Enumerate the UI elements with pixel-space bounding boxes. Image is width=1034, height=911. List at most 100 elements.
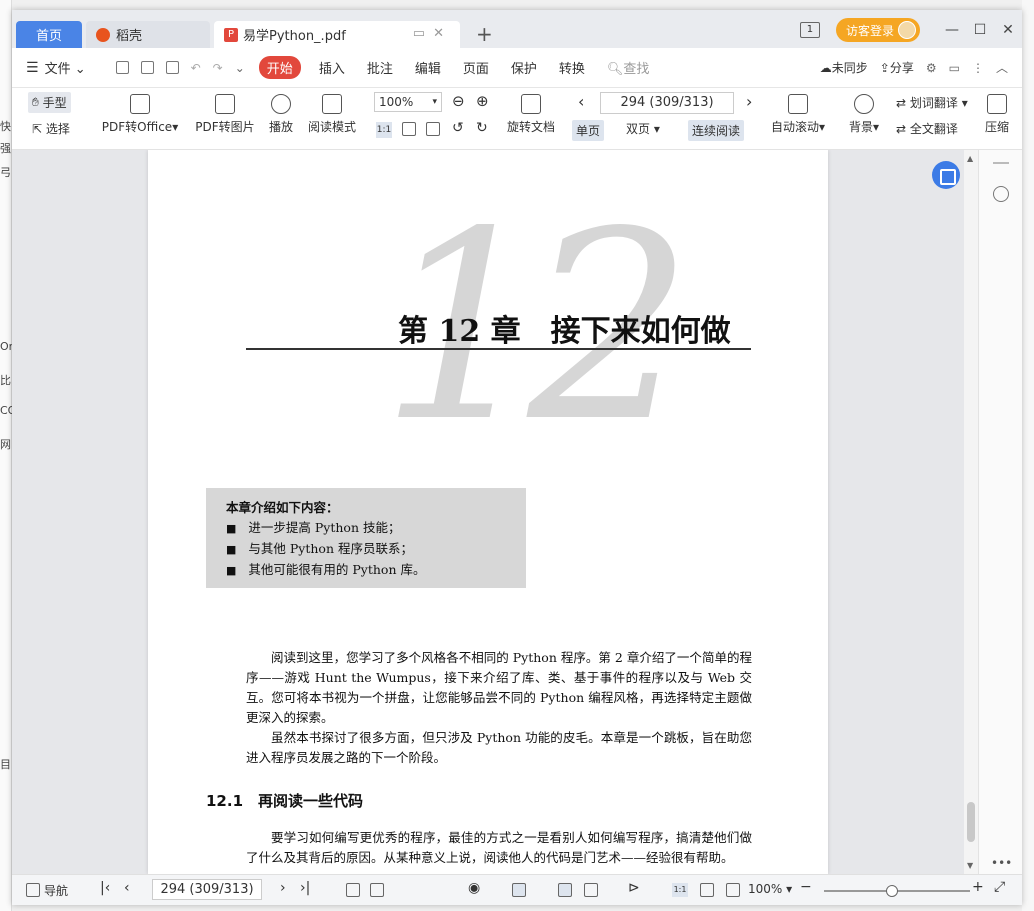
- continuous-read-button[interactable]: 连续阅读: [688, 120, 745, 141]
- status-zoom-select[interactable]: 100% ▾: [748, 882, 792, 896]
- rotate-right-icon[interactable]: ↻: [476, 120, 488, 136]
- prev-page-icon[interactable]: ‹: [578, 92, 584, 111]
- last-page-icon[interactable]: ›|: [300, 880, 310, 896]
- bg-text: Or: [0, 340, 12, 353]
- collapse-ribbon-icon[interactable]: ︿: [996, 59, 1008, 76]
- more-icon[interactable]: ⋮: [972, 61, 984, 75]
- message-icon[interactable]: ▭: [949, 61, 960, 75]
- rotate-left-icon[interactable]: ↺: [452, 120, 464, 136]
- more-options-icon[interactable]: •••: [991, 856, 1012, 870]
- background-button[interactable]: 背景▾: [844, 94, 884, 135]
- sync-status[interactable]: ☁未同步: [820, 59, 868, 76]
- rotate-document-icon: [521, 94, 541, 114]
- vertical-scrollbar[interactable]: ▲ ▼: [964, 150, 978, 874]
- status-page-input[interactable]: 294 (309/313): [152, 879, 262, 900]
- actual-size-icon[interactable]: 1:1: [376, 122, 392, 138]
- zoom-select[interactable]: 100% ▾: [374, 92, 442, 112]
- share-button[interactable]: ⇪分享: [880, 59, 914, 76]
- document-viewport[interactable]: 12 第 12 章 接下来如何做 本章介绍如下内容： 进一步提高 Python …: [12, 150, 978, 874]
- compress-button[interactable]: 压缩: [982, 94, 1012, 135]
- tab-pdf-document[interactable]: P 易学Python_.pdf ▭✕: [214, 21, 460, 48]
- hand-tool-button[interactable]: ✋︎ 手型: [28, 92, 71, 113]
- save-icon[interactable]: [140, 61, 154, 74]
- double-page-mode-icon[interactable]: [584, 883, 598, 897]
- full-translate-button[interactable]: ⇄ 全文翻译: [896, 120, 958, 137]
- search-document-icon[interactable]: [993, 186, 1009, 202]
- zoom-slider[interactable]: [824, 885, 970, 897]
- menu-page[interactable]: 页面: [463, 58, 489, 77]
- scroll-up-icon[interactable]: ▲: [967, 154, 973, 163]
- visitor-login-button[interactable]: 访客登录: [835, 18, 920, 42]
- eye-protect-icon[interactable]: ◉: [468, 880, 480, 896]
- menu-edit[interactable]: 编辑: [415, 58, 441, 77]
- menu-protect[interactable]: 保护: [511, 58, 537, 77]
- auto-scroll-button[interactable]: 自动滚动▾: [768, 94, 828, 135]
- zoom-in-icon[interactable]: ⊕: [476, 92, 489, 110]
- scroll-down-icon[interactable]: ▼: [967, 861, 973, 870]
- scroll-thumb[interactable]: [967, 802, 975, 842]
- fit-width-icon[interactable]: [726, 883, 740, 897]
- pdf-to-office-button[interactable]: PDF转Office▾: [100, 94, 180, 135]
- pin-window-icon[interactable]: ▭: [413, 26, 433, 41]
- single-page-mode-icon[interactable]: [558, 883, 572, 897]
- menu-start[interactable]: 开始: [258, 56, 301, 79]
- single-page-button[interactable]: 单页: [572, 120, 605, 141]
- background-window: 快 强 弓 Or 比 CO 网 目: [0, 0, 12, 911]
- zoom-out-button[interactable]: −: [800, 879, 812, 895]
- rotate-document-button[interactable]: 旋转文档: [504, 94, 558, 135]
- play-mode-icon[interactable]: ⊳: [628, 880, 640, 896]
- next-page-icon[interactable]: ›: [746, 92, 752, 111]
- double-page-label: 双页: [626, 122, 651, 136]
- undo-icon[interactable]: ↶: [191, 61, 201, 75]
- read-mode-button[interactable]: 阅读模式: [306, 94, 358, 135]
- menu-file[interactable]: 文件 ⌄: [45, 58, 86, 77]
- word-translate-button[interactable]: ⇄ 划词翻译 ▾: [896, 94, 968, 111]
- fit-page-icon[interactable]: [700, 883, 714, 897]
- settings-icon[interactable]: ⚙: [926, 61, 937, 75]
- avatar: [898, 21, 916, 39]
- play-button[interactable]: 播放: [264, 94, 298, 135]
- close-icon[interactable]: ✕: [994, 22, 1022, 38]
- nav-panel-icon[interactable]: [26, 883, 40, 897]
- nav-label[interactable]: 导航: [44, 882, 68, 899]
- hand-label: 手型: [42, 96, 67, 110]
- hamburger-icon[interactable]: ☰: [26, 60, 39, 76]
- forward-view-icon[interactable]: [370, 883, 384, 897]
- back-view-icon[interactable]: [346, 883, 360, 897]
- bg-text: 快: [0, 120, 11, 133]
- window-count-icon[interactable]: 1: [799, 22, 820, 38]
- next-page-icon[interactable]: ›: [280, 880, 286, 896]
- new-tab-button[interactable]: +: [476, 22, 493, 46]
- zoom-in-button[interactable]: +: [972, 879, 984, 895]
- minimize-icon[interactable]: —: [938, 22, 966, 38]
- tab-label: 稻壳: [116, 29, 143, 44]
- tab-daoke[interactable]: 稻壳: [86, 21, 210, 48]
- menu-convert[interactable]: 转换: [559, 58, 585, 77]
- zoom-slider-knob[interactable]: [886, 885, 898, 897]
- floating-tool-button[interactable]: [932, 161, 960, 189]
- menu-insert[interactable]: 插入: [319, 58, 345, 77]
- auto-scroll-label: 自动滚动: [770, 120, 819, 134]
- close-tab-icon[interactable]: ✕: [433, 26, 452, 41]
- first-page-icon[interactable]: |‹: [100, 880, 110, 896]
- maximize-icon[interactable]: ☐: [966, 22, 994, 38]
- redo-icon[interactable]: ↷: [213, 61, 223, 75]
- select-tool-button[interactable]: ⇱ 选择: [32, 120, 70, 137]
- prev-page-icon[interactable]: ‹: [124, 880, 130, 896]
- page-number-input[interactable]: 294 (309/313): [600, 92, 734, 114]
- fit-width-icon[interactable]: [426, 122, 440, 136]
- quick-access-dropdown-icon[interactable]: ⌄: [235, 61, 245, 75]
- tab-home[interactable]: 首页: [16, 21, 82, 48]
- fit-page-icon[interactable]: [402, 122, 416, 136]
- double-page-button[interactable]: 双页 ▾: [626, 120, 660, 137]
- fullscreen-icon[interactable]: ⤢: [994, 879, 1005, 895]
- actual-size-icon[interactable]: 1:1: [672, 883, 688, 897]
- zoom-out-icon[interactable]: ⊖: [452, 92, 465, 110]
- open-file-icon[interactable]: [115, 61, 129, 74]
- continuous-mode-icon[interactable]: [512, 883, 526, 897]
- menu-annotate[interactable]: 批注: [367, 58, 393, 77]
- search-button[interactable]: 🔍︎查找: [607, 58, 650, 77]
- print-icon[interactable]: [165, 61, 179, 74]
- pdf-to-word-icon: [130, 94, 150, 114]
- pdf-to-image-button[interactable]: PDF转图片: [192, 94, 258, 135]
